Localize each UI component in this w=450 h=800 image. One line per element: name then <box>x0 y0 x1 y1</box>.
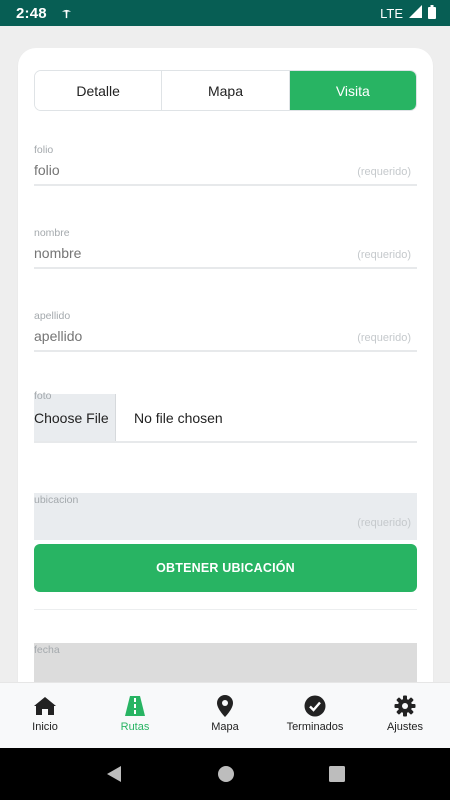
check-circle-icon <box>304 695 326 717</box>
map-pin-icon <box>217 695 233 717</box>
folio-label: folio <box>34 144 54 156</box>
notification-icon <box>61 8 72 19</box>
ubicacion-label: ubicacion <box>34 494 79 506</box>
visit-card: Detalle Mapa Visita folio (requerido) no… <box>18 48 433 682</box>
segmented-tabs: Detalle Mapa Visita <box>34 70 417 111</box>
android-nav-bar <box>0 748 450 800</box>
folio-required-hint: (requerido) <box>357 166 411 178</box>
nav-label-rutas: Rutas <box>120 721 150 733</box>
nav-item-mapa[interactable]: Mapa <box>180 683 270 748</box>
signal-icon <box>409 5 422 21</box>
nav-item-inicio[interactable]: Inicio <box>0 683 90 748</box>
apellido-field: apellido (requerido) <box>34 310 417 352</box>
ubicacion-field[interactable]: ubicacion (requerido) <box>34 493 417 540</box>
tab-detalle[interactable]: Detalle <box>35 71 162 110</box>
nav-label-mapa: Mapa <box>211 721 239 733</box>
divider <box>34 609 417 610</box>
folio-field: folio (requerido) <box>34 144 417 186</box>
ubicacion-required-hint: (requerido) <box>357 517 411 529</box>
nav-label-inicio: Inicio <box>32 721 58 733</box>
battery-icon <box>428 4 436 22</box>
status-right: LTE <box>380 4 436 22</box>
road-icon <box>123 695 147 717</box>
foto-label: foto <box>34 390 52 402</box>
status-bar: 2:48 LTE <box>0 0 450 26</box>
file-status: No file chosen <box>134 409 223 426</box>
apellido-required-hint: (requerido) <box>357 332 411 344</box>
obtener-ubicacion-button[interactable]: OBTENER UBICACIÓN <box>34 544 417 592</box>
home-icon <box>33 695 57 717</box>
nav-label-terminados: Terminados <box>286 721 344 733</box>
page-content: Detalle Mapa Visita folio (requerido) no… <box>0 26 450 682</box>
gear-icon <box>394 695 416 717</box>
tab-visita[interactable]: Visita <box>288 71 416 110</box>
fecha-label: fecha <box>34 644 60 656</box>
nombre-required-hint: (requerido) <box>357 249 411 261</box>
nav-item-rutas[interactable]: Rutas <box>90 683 180 748</box>
nombre-label: nombre <box>34 227 70 239</box>
apellido-label: apellido <box>34 310 71 322</box>
fecha-field[interactable]: fecha <box>34 643 417 682</box>
nav-label-ajustes: Ajustes <box>386 721 424 733</box>
bottom-nav: Inicio Rutas Mapa Terminados Ajustes <box>0 682 450 748</box>
status-time: 2:48 <box>16 4 47 22</box>
home-circle-icon[interactable] <box>217 765 235 783</box>
foto-file-input: Choose File No file chosen <box>34 394 417 443</box>
back-icon[interactable] <box>105 765 123 783</box>
nombre-field: nombre (requerido) <box>34 227 417 269</box>
network-label: LTE <box>380 5 403 21</box>
recents-icon[interactable] <box>329 766 345 782</box>
tab-mapa[interactable]: Mapa <box>161 71 289 110</box>
nav-item-terminados[interactable]: Terminados <box>270 683 360 748</box>
nav-item-ajustes[interactable]: Ajustes <box>360 683 450 748</box>
